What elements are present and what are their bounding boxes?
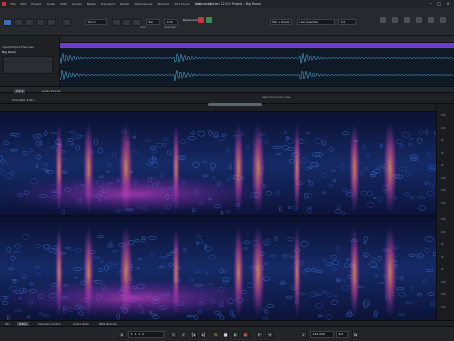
frequency-tick: 200 bbox=[441, 293, 446, 296]
time-fade-readout: Time fade: 0.00 s bbox=[12, 99, 35, 102]
lower-zone-toggle-button[interactable] bbox=[36, 19, 45, 26]
frequency-tick: 20k bbox=[441, 114, 446, 117]
mixer-icon[interactable] bbox=[416, 17, 422, 23]
frequency-tick: 100 bbox=[441, 201, 446, 205]
position-display[interactable]: 1. 1. 1. 0 bbox=[128, 331, 164, 338]
spectrogram-view[interactable] bbox=[0, 112, 438, 321]
record-mode-icon[interactable] bbox=[198, 17, 204, 23]
audio-event[interactable] bbox=[59, 48, 454, 85]
project-toolbar: Touch Grid Bar Quantize 1/16 Bassloop-Eu… bbox=[0, 8, 454, 36]
frequency-tick: 5k bbox=[441, 139, 444, 142]
spectral-title: Spectral Layers One bbox=[262, 94, 291, 99]
frequency-tick: 2k bbox=[441, 151, 444, 155]
auto-scroll-button[interactable] bbox=[62, 19, 71, 26]
inspector-track-name: Big Room bbox=[2, 50, 17, 54]
transient-band bbox=[383, 122, 397, 214]
frequency-tick: 2k bbox=[441, 255, 444, 259]
tempo-display[interactable]: 120.000 bbox=[310, 331, 334, 338]
settings-icon[interactable] bbox=[428, 17, 434, 23]
transient-band bbox=[349, 122, 360, 214]
inspector-section-title: Input/Output Channels bbox=[2, 45, 34, 49]
punch-in-icon[interactable]: ⇤ bbox=[256, 331, 263, 338]
menu-item-media[interactable]: Media bbox=[84, 2, 98, 6]
menu-item-edit[interactable]: Edit bbox=[18, 2, 29, 6]
quantize-select[interactable]: 1/16 bbox=[164, 19, 178, 25]
cycle-icon[interactable]: ⟲ bbox=[212, 331, 219, 338]
menu-item-studio[interactable]: Studio bbox=[117, 2, 132, 6]
frequency-tick: 1k bbox=[441, 268, 444, 271]
frequency-tick: 1k bbox=[441, 164, 444, 167]
menu-item-transport[interactable]: Transport bbox=[98, 2, 117, 6]
sync-icon[interactable]: ⇆ bbox=[352, 331, 359, 338]
constrain-delay-button[interactable] bbox=[14, 19, 23, 26]
color-tool-icon[interactable] bbox=[392, 17, 398, 23]
inspector: Input/Output Channels Big Room bbox=[0, 36, 60, 86]
spectrogram-canvas bbox=[0, 112, 438, 321]
record-icon[interactable]: ● bbox=[242, 331, 249, 338]
rewind-icon[interactable]: « bbox=[170, 331, 177, 338]
activate-project-button[interactable] bbox=[3, 19, 12, 26]
quantize-label: Quantize bbox=[164, 26, 176, 29]
cycle-mode-icon[interactable] bbox=[206, 17, 212, 23]
frequency-tick: 500 bbox=[441, 280, 446, 284]
minimize-icon[interactable]: – bbox=[428, 1, 434, 6]
transient-band bbox=[383, 226, 397, 318]
automation-mode-select[interactable]: Touch bbox=[85, 19, 107, 25]
menu-item-scores[interactable]: Scores bbox=[69, 2, 84, 6]
maximize-icon[interactable]: □ bbox=[436, 1, 442, 6]
menu-item-file[interactable]: File bbox=[8, 2, 18, 6]
close-icon[interactable]: × bbox=[445, 1, 451, 6]
punch-out-icon[interactable]: ⇥ bbox=[266, 331, 273, 338]
frequency-tick: 500 bbox=[441, 176, 446, 180]
frequency-tick: 10k bbox=[441, 230, 446, 234]
pre-roll-icon[interactable]: ◂ bbox=[118, 331, 125, 338]
menu-item-audio[interactable]: Audio bbox=[44, 2, 58, 6]
grid-label: Grid bbox=[140, 26, 146, 29]
split-tool[interactable] bbox=[132, 19, 141, 26]
snap-type-select[interactable]: Use Quantize bbox=[297, 19, 335, 25]
menu-item-project[interactable]: Project bbox=[29, 2, 44, 6]
timeline-ruler[interactable] bbox=[60, 36, 454, 43]
click-icon[interactable]: ♩ bbox=[300, 331, 307, 338]
transient-band bbox=[293, 122, 301, 214]
frequency-tick: 10k bbox=[441, 126, 446, 130]
frequency-tick: 5k bbox=[441, 243, 444, 246]
ruler-format-select[interactable]: Bar + Beats bbox=[270, 19, 292, 25]
frequency-tick: 200 bbox=[441, 189, 446, 192]
grid-type-select[interactable]: Bar bbox=[146, 19, 160, 25]
play-icon[interactable]: ▶ bbox=[232, 331, 239, 338]
transient-band bbox=[293, 226, 301, 318]
frequency-tick: 100 bbox=[441, 305, 446, 309]
to-start-icon[interactable]: |◂ bbox=[190, 331, 197, 338]
frequency-tick: 20k bbox=[441, 218, 446, 221]
zoom-icon[interactable] bbox=[404, 17, 410, 23]
low-frequency-energy bbox=[0, 174, 270, 214]
quantize-value-select[interactable]: 1/4 bbox=[338, 19, 356, 25]
to-end-icon[interactable]: ▸| bbox=[200, 331, 207, 338]
inspector-toggle-button[interactable] bbox=[25, 19, 34, 26]
transient-band bbox=[349, 226, 360, 318]
lower-zone-tabs: Track Audio Events bbox=[0, 86, 454, 93]
metronome-icon[interactable] bbox=[380, 17, 386, 23]
window-title: Cubase Version 12.0.0 Project - Big Room bbox=[194, 1, 261, 6]
waveform-channel bbox=[59, 52, 454, 64]
app-icon bbox=[2, 2, 6, 6]
transport-bar: ◂ 1. 1. 1. 0 « » |◂ ▸| ⟲ ■ ▶ ● ⇤ ⇥ ♩ 120… bbox=[0, 326, 454, 341]
object-selection-tool[interactable] bbox=[112, 19, 121, 26]
menu-item-workspaces[interactable]: Workspaces bbox=[132, 2, 155, 6]
stop-icon[interactable]: ■ bbox=[222, 331, 229, 338]
forward-icon[interactable]: » bbox=[180, 331, 187, 338]
signature-display[interactable]: 4/4 bbox=[336, 331, 348, 338]
layout-icon[interactable] bbox=[440, 17, 446, 23]
waveform bbox=[59, 52, 454, 81]
right-zone-toggle-button[interactable] bbox=[47, 19, 56, 26]
waveform-channel bbox=[59, 70, 454, 81]
inspector-fader[interactable] bbox=[3, 56, 53, 74]
range-tool[interactable] bbox=[122, 19, 131, 26]
frequency-scale: 20k 10k 5k 2k 1k 500 200 100 20k 10k 5k 2k 1k 500 200 1… bbox=[436, 106, 454, 320]
menu-item-midi[interactable]: MIDI bbox=[58, 2, 70, 6]
low-frequency-energy bbox=[0, 278, 270, 318]
